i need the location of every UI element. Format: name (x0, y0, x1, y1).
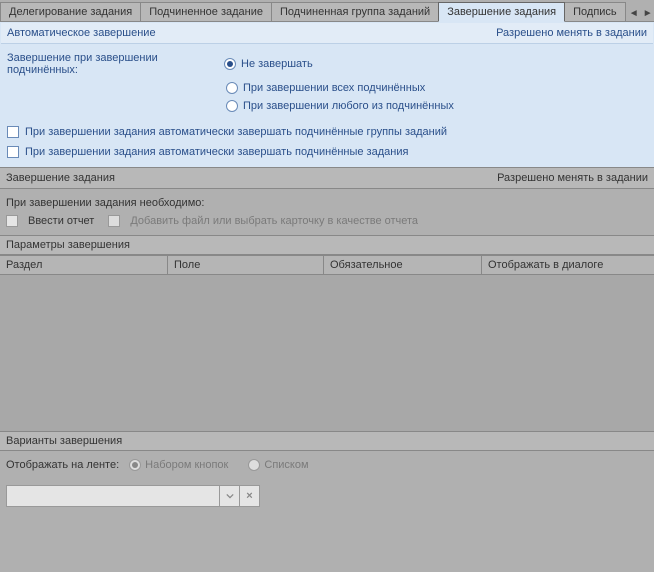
tab-completion[interactable]: Завершение задания (438, 2, 565, 22)
section-finish-task: Завершение задания Разрешено менять в за… (0, 167, 654, 235)
section-right-auto: Разрешено менять в задании (496, 27, 647, 39)
finish-required-label: При завершении задания необходимо: (6, 197, 648, 209)
section-auto-completion: Автоматическое завершение Разрешено меня… (0, 22, 654, 167)
section-header-finish: Завершение задания Разрешено менять в за… (0, 167, 654, 189)
table-body-empty[interactable] (0, 275, 654, 431)
column-header-required[interactable]: Обязательное (324, 256, 482, 274)
section-header-variants: Варианты завершения (0, 431, 654, 451)
radio-icon (226, 82, 238, 94)
finish-body: При завершении задания необходимо: Ввест… (0, 189, 654, 235)
chevron-down-icon (226, 492, 234, 500)
radio-icon (224, 58, 236, 70)
radio-label: Набором кнопок (145, 459, 228, 471)
checkbox-add-file: Добавить файл или выбрать карточку в кач… (108, 215, 418, 227)
radio-ribbon-buttons: Набором кнопок (129, 459, 228, 471)
radio-ribbon-list: Списком (248, 459, 308, 471)
checkbox-auto-complete-groups[interactable]: При завершении задания автоматически зав… (1, 122, 653, 142)
variant-combo[interactable] (6, 485, 220, 507)
column-header-show-dialog[interactable]: Отображать в диалоге (482, 256, 654, 274)
section-title-finish: Завершение задания (6, 172, 115, 184)
section-header-params: Параметры завершения (0, 235, 654, 255)
tab-panel: Делегирование задания Подчиненное задани… (0, 0, 654, 572)
radio-icon (226, 100, 238, 112)
tab-strip: Делегирование задания Подчиненное задани… (0, 0, 654, 22)
radio-icon (129, 459, 141, 471)
radio-label: Не завершать (241, 58, 313, 70)
checkbox-icon (6, 215, 18, 227)
column-header-field[interactable]: Поле (168, 256, 324, 274)
tab-scroll-left-icon[interactable]: ◄ (627, 5, 641, 21)
table-header-row: Раздел Поле Обязательное Отображать в ди… (0, 255, 654, 275)
tab-signature[interactable]: Подпись (564, 2, 626, 21)
radio-any-subordinate[interactable]: При завершении любого из подчинённых (226, 100, 454, 112)
variant-picker-row: × (0, 479, 654, 513)
variant-combo-clear-button[interactable]: × (240, 485, 260, 507)
section-title-auto: Автоматическое завершение (7, 27, 156, 39)
checkbox-label: При завершении задания автоматически зав… (25, 146, 408, 158)
radio-label: Списком (264, 459, 308, 471)
radio-group-subordinate-completion: Завершение при завершении подчинённых: Н… (1, 44, 653, 122)
radio-label: При завершении любого из подчинённых (243, 100, 454, 112)
tab-delegation[interactable]: Делегирование задания (0, 2, 141, 21)
section-title-params: Параметры завершения (6, 239, 130, 251)
variants-body: Отображать на ленте: Набором кнопок Спис… (0, 451, 654, 479)
close-icon: × (246, 490, 252, 502)
column-header-section[interactable]: Раздел (0, 256, 168, 274)
section-header-auto: Автоматическое завершение Разрешено меня… (1, 23, 653, 44)
tab-subtask[interactable]: Подчиненное задание (140, 2, 272, 21)
checkbox-enter-report[interactable]: Ввести отчет (6, 215, 94, 227)
checkbox-icon (7, 126, 19, 138)
checkbox-icon (108, 215, 120, 227)
variant-combo-dropdown-button[interactable] (220, 485, 240, 507)
radio-icon (248, 459, 260, 471)
tab-scroll-right-icon[interactable]: ► (641, 5, 654, 21)
tab-scroll: ◄ ► (625, 5, 654, 21)
section-completion-params: Параметры завершения Раздел Поле Обязате… (0, 235, 654, 431)
section-completion-variants: Варианты завершения Отображать на ленте:… (0, 431, 654, 513)
tab-subgroup[interactable]: Подчиненная группа заданий (271, 2, 439, 21)
checkbox-auto-complete-tasks[interactable]: При завершении задания автоматически зав… (1, 142, 653, 166)
checkbox-label: При завершении задания автоматически зав… (25, 126, 447, 138)
radio-no-complete[interactable]: Не завершать (224, 58, 313, 70)
section-title-variants: Варианты завершения (6, 435, 122, 447)
show-on-ribbon-label: Отображать на ленте: (6, 459, 119, 471)
section-right-finish: Разрешено менять в задании (497, 172, 648, 184)
checkbox-icon (7, 146, 19, 158)
radio-all-subordinates[interactable]: При завершении всех подчинённых (226, 82, 425, 94)
checkbox-label: Ввести отчет (28, 215, 94, 227)
radio-label: При завершении всех подчинённых (243, 82, 425, 94)
checkbox-label: Добавить файл или выбрать карточку в кач… (130, 215, 418, 227)
radio-group-label: Завершение при завершении подчинённых: (7, 52, 222, 76)
